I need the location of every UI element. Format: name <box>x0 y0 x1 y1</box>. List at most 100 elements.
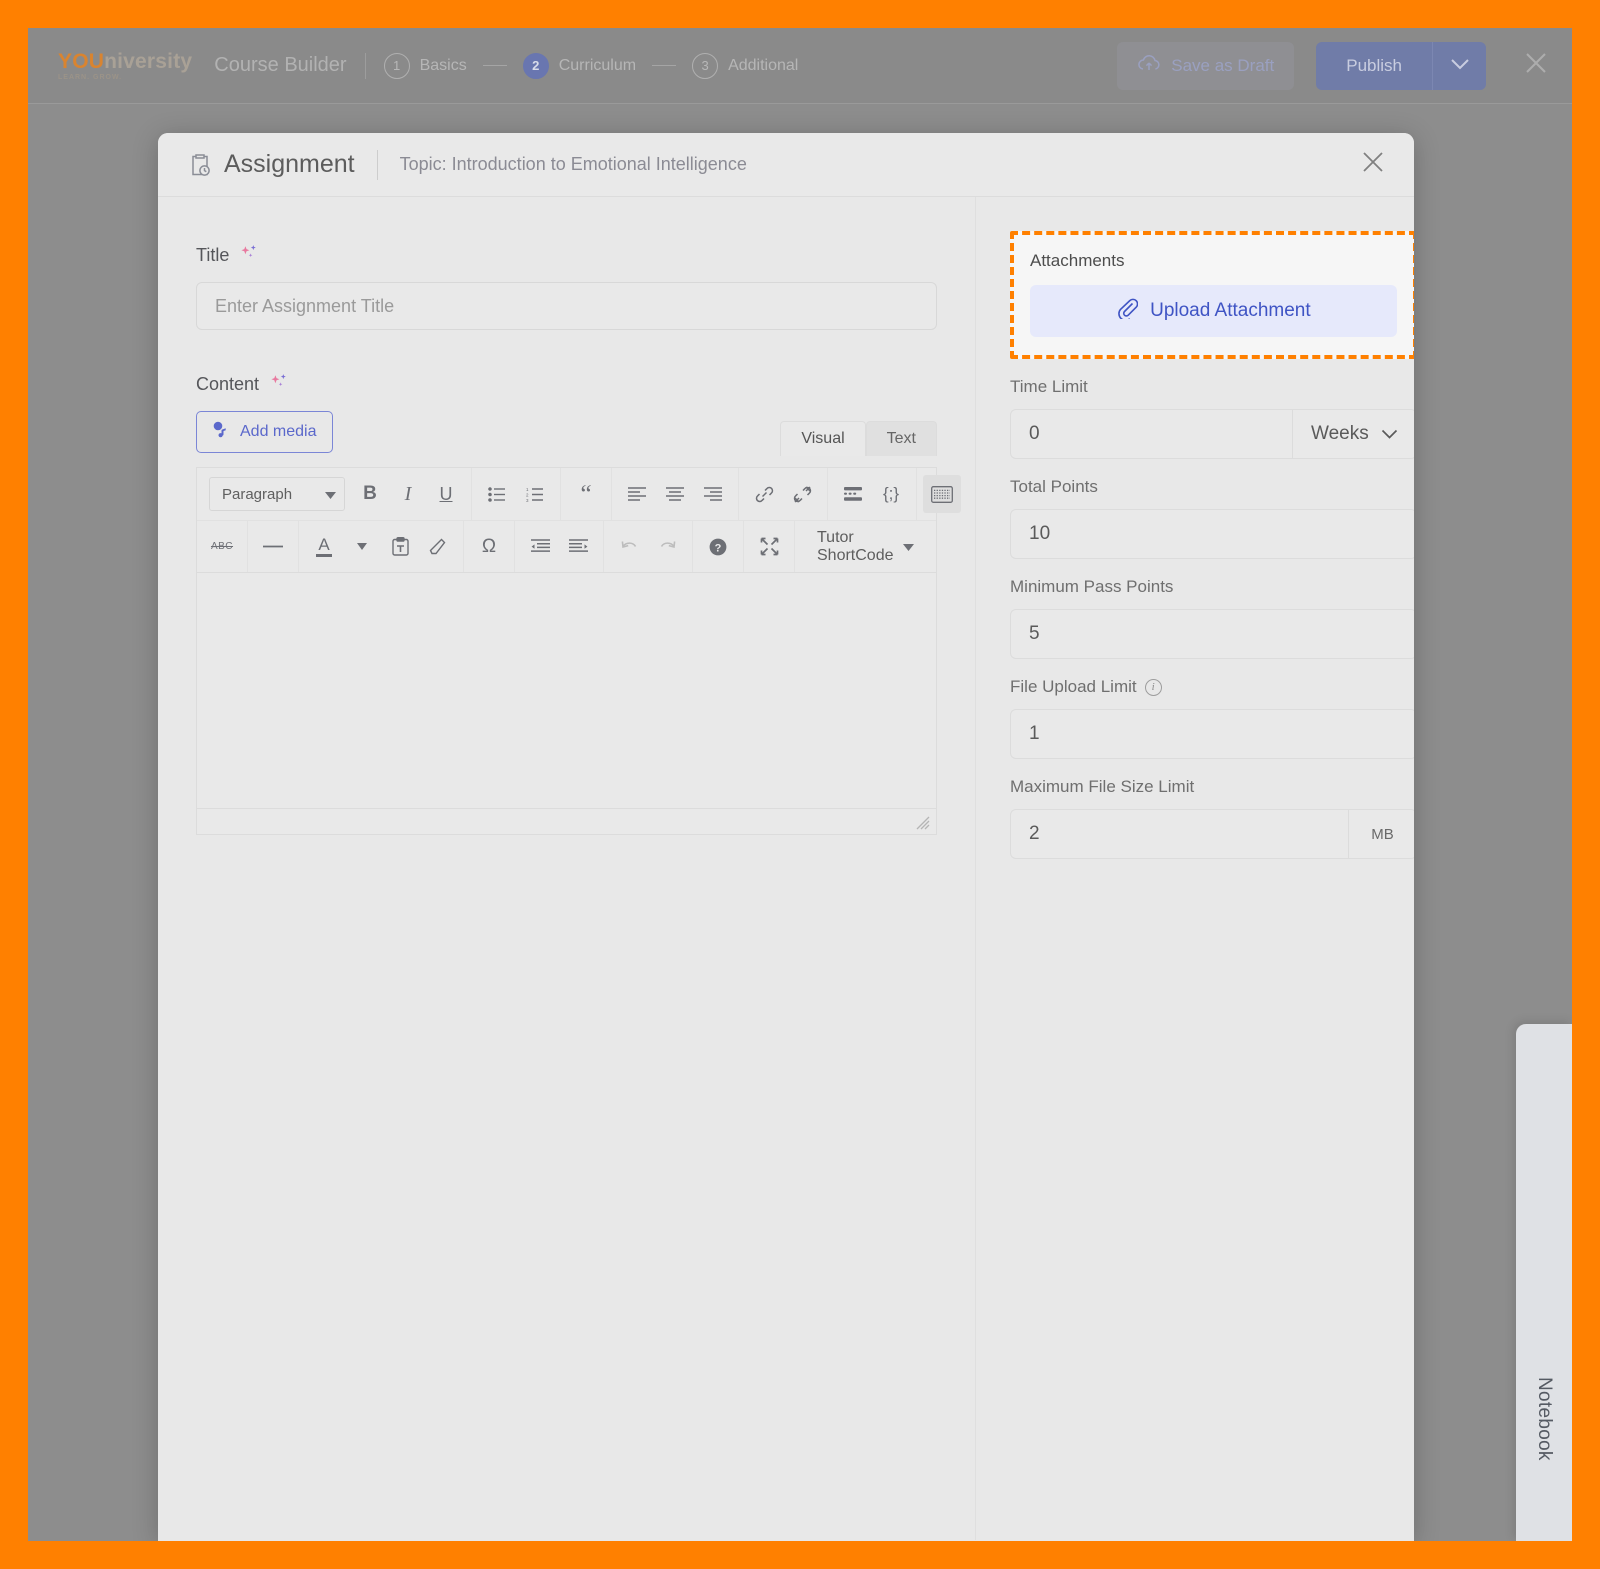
strikethrough-button[interactable]: ABC <box>203 528 241 566</box>
maximum-file-size-limit-field: Maximum File Size Limit MB <box>1010 777 1414 859</box>
modal-close-button[interactable] <box>1360 149 1386 180</box>
numbered-list-button[interactable]: 1 2 3 <box>516 475 554 513</box>
modal-topic: Topic: Introduction to Emotional Intelli… <box>399 154 747 174</box>
svg-text:1: 1 <box>526 487 529 492</box>
insert-group: {;} <box>828 468 917 520</box>
insert-link-button[interactable] <box>745 475 783 513</box>
step-number: 3 <box>692 52 719 79</box>
paste-as-text-button[interactable] <box>381 528 419 566</box>
step-curriculum[interactable]: 2 Curriculum <box>522 52 637 79</box>
shortcode-group: Tutor ShortCode <box>795 521 936 572</box>
horizontal-rule-button[interactable] <box>254 528 292 566</box>
strike-group: ABC <box>197 521 248 572</box>
assignment-title-input[interactable] <box>196 282 937 330</box>
add-media-button[interactable]: Add media <box>196 411 333 453</box>
tutor-shortcode-label: Tutor ShortCode <box>817 528 894 564</box>
maximum-file-size-limit-input[interactable] <box>1011 810 1349 858</box>
logo-secondary: niversity <box>104 49 193 73</box>
total-points-input[interactable] <box>1010 509 1414 559</box>
step-connector <box>652 65 677 66</box>
time-limit-label-row: Time Limit <box>1010 377 1414 397</box>
clear-formatting-button[interactable] <box>419 528 457 566</box>
redo-button[interactable] <box>648 528 686 566</box>
tab-visual[interactable]: Visual <box>780 421 866 456</box>
paperclip-icon <box>1116 297 1139 325</box>
publish-button[interactable]: Publish <box>1316 42 1432 90</box>
fullscreen-group <box>744 521 795 572</box>
content-label: Content <box>196 374 260 394</box>
info-icon[interactable]: i <box>1144 678 1162 696</box>
editor-resize-handle[interactable] <box>916 816 930 830</box>
screen-frame: YOUniversity LEARN. GROW. Course Builder… <box>0 0 1600 1569</box>
modal-body: Title Content <box>158 197 1414 1540</box>
notebook-tab[interactable]: Notebook <box>1516 1024 1572 1541</box>
special-character-button[interactable]: Ω <box>470 528 508 566</box>
text-color-dropdown[interactable] <box>343 528 381 566</box>
history-group <box>604 521 693 572</box>
maximum-file-size-input-group: MB <box>1010 809 1414 859</box>
svg-text:3: 3 <box>526 498 529 502</box>
align-right-button[interactable] <box>694 475 732 513</box>
paragraph-format-value: Paragraph <box>222 485 293 503</box>
upload-attachment-button[interactable]: Upload Attachment <box>1030 285 1397 337</box>
toolbar-row-2: ABC A Ω ? Tutor ShortCode <box>197 520 936 572</box>
tab-text[interactable]: Text <box>865 421 937 456</box>
align-left-button[interactable] <box>618 475 656 513</box>
header-actions: Save as Draft Publish <box>1117 41 1550 90</box>
text-color-button[interactable]: A <box>305 528 343 566</box>
undo-button[interactable] <box>610 528 648 566</box>
attachments-section-highlight: Attachments Upload Attachment <box>1010 231 1414 359</box>
file-upload-limit-field: File Upload Limit i <box>1010 677 1414 759</box>
save-as-draft-button[interactable]: Save as Draft <box>1117 41 1295 90</box>
svg-text:2: 2 <box>526 492 529 497</box>
editor-status-bar <box>196 809 937 835</box>
minimum-pass-points-input[interactable] <box>1010 609 1414 659</box>
underline-button[interactable]: U <box>427 475 465 513</box>
toolbar-row-1: Paragraph B I U 1 2 3 “ {;} <box>197 468 961 520</box>
app-header: YOUniversity LEARN. GROW. Course Builder… <box>28 28 1572 104</box>
sparkles-icon[interactable] <box>239 243 259 268</box>
step-label: Curriculum <box>558 56 637 74</box>
remove-link-button[interactable] <box>783 475 821 513</box>
time-limit-input[interactable] <box>1011 410 1292 458</box>
editor-content-area[interactable] <box>196 573 937 809</box>
bold-button[interactable]: B <box>351 475 389 513</box>
code-button[interactable]: {;} <box>872 475 910 513</box>
blockquote-button[interactable]: “ <box>567 475 605 513</box>
indent-group <box>515 521 604 572</box>
attachments-label: Attachments <box>1030 251 1125 270</box>
modal-title-divider <box>376 149 378 180</box>
italic-button[interactable]: I <box>389 475 427 513</box>
modal-title: Assignment <box>224 150 355 178</box>
step-number: 1 <box>383 52 410 79</box>
indent-button[interactable] <box>559 528 597 566</box>
assignment-form-pane: Title Content <box>158 197 976 1540</box>
caret-down-icon <box>903 538 914 556</box>
total-points-field: Total Points <box>1010 477 1414 559</box>
fullscreen-button[interactable] <box>750 528 788 566</box>
tutor-shortcode-dropdown[interactable]: Tutor ShortCode <box>801 529 930 565</box>
paragraph-format-select[interactable]: Paragraph <box>209 477 345 511</box>
brand-logo[interactable]: YOUniversity LEARN. GROW. <box>58 51 192 81</box>
clipboard-clock-icon <box>188 152 212 178</box>
outdent-button[interactable] <box>521 528 559 566</box>
time-limit-label: Time Limit <box>1010 377 1088 396</box>
bulleted-list-button[interactable] <box>478 475 516 513</box>
step-basics[interactable]: 1 Basics <box>383 52 467 79</box>
toggle-toolbar-button[interactable] <box>923 475 961 513</box>
sparkles-icon[interactable] <box>269 372 289 397</box>
chevron-down-icon <box>1450 57 1470 75</box>
read-more-button[interactable] <box>834 475 872 513</box>
total-points-label: Total Points <box>1010 477 1098 496</box>
cloud-upload-icon <box>1137 54 1161 78</box>
step-label: Basics <box>419 56 467 74</box>
align-center-button[interactable] <box>656 475 694 513</box>
step-additional[interactable]: 3 Additional <box>692 52 798 79</box>
time-limit-unit-dropdown[interactable]: Weeks <box>1292 410 1414 458</box>
publish-dropdown-toggle[interactable] <box>1432 41 1486 90</box>
media-icon <box>212 421 231 443</box>
file-upload-limit-input[interactable] <box>1010 709 1414 759</box>
title-label: Title <box>196 245 230 265</box>
keyboard-shortcuts-button[interactable]: ? <box>699 528 737 566</box>
close-builder-button[interactable] <box>1522 49 1550 83</box>
